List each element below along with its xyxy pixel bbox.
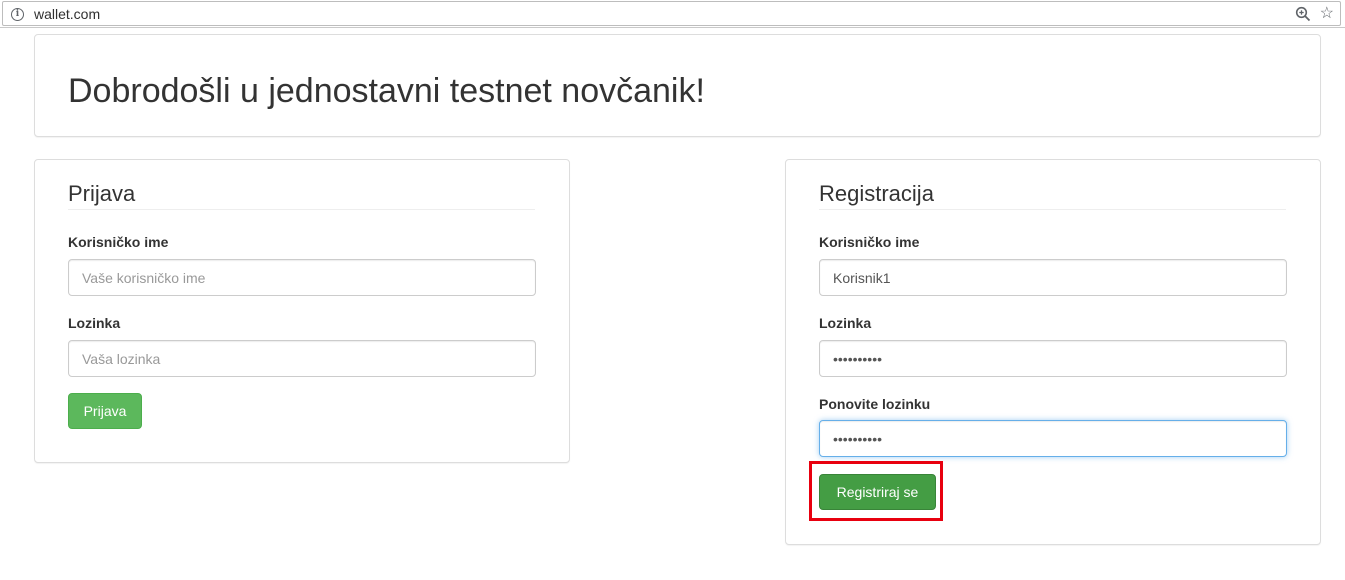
register-heading: Registracija (819, 180, 1286, 210)
bookmark-star-icon[interactable]: ☆ (1320, 4, 1334, 24)
login-password-label: Lozinka (68, 315, 121, 331)
login-username-input[interactable] (68, 259, 536, 296)
register-username-input[interactable] (819, 259, 1287, 296)
login-username-label: Korisničko ime (68, 234, 169, 250)
register-password-input[interactable] (819, 340, 1287, 377)
page-title: Dobrodošli u jednostavni testnet novčani… (68, 72, 705, 110)
register-username-label: Korisničko ime (819, 234, 920, 250)
login-heading: Prijava (68, 180, 535, 210)
register-button-highlight (809, 461, 943, 521)
info-icon[interactable]: i (11, 8, 24, 21)
zoom-icon[interactable] (1295, 6, 1311, 22)
login-panel: Prijava Korisničko ime Lozinka Prijava (34, 159, 570, 463)
register-repeat-password-label: Ponovite lozinku (819, 396, 931, 412)
login-button[interactable]: Prijava (68, 393, 142, 429)
browser-address-bar: i wallet.com ☆ (0, 0, 1345, 28)
url-field[interactable]: i wallet.com ☆ (2, 1, 1341, 26)
welcome-panel: Dobrodošli u jednostavni testnet novčani… (34, 34, 1321, 137)
login-password-input[interactable] (68, 340, 536, 377)
register-password-label: Lozinka (819, 315, 872, 331)
register-repeat-password-input[interactable] (819, 420, 1287, 457)
url-text[interactable]: wallet.com (34, 6, 100, 22)
